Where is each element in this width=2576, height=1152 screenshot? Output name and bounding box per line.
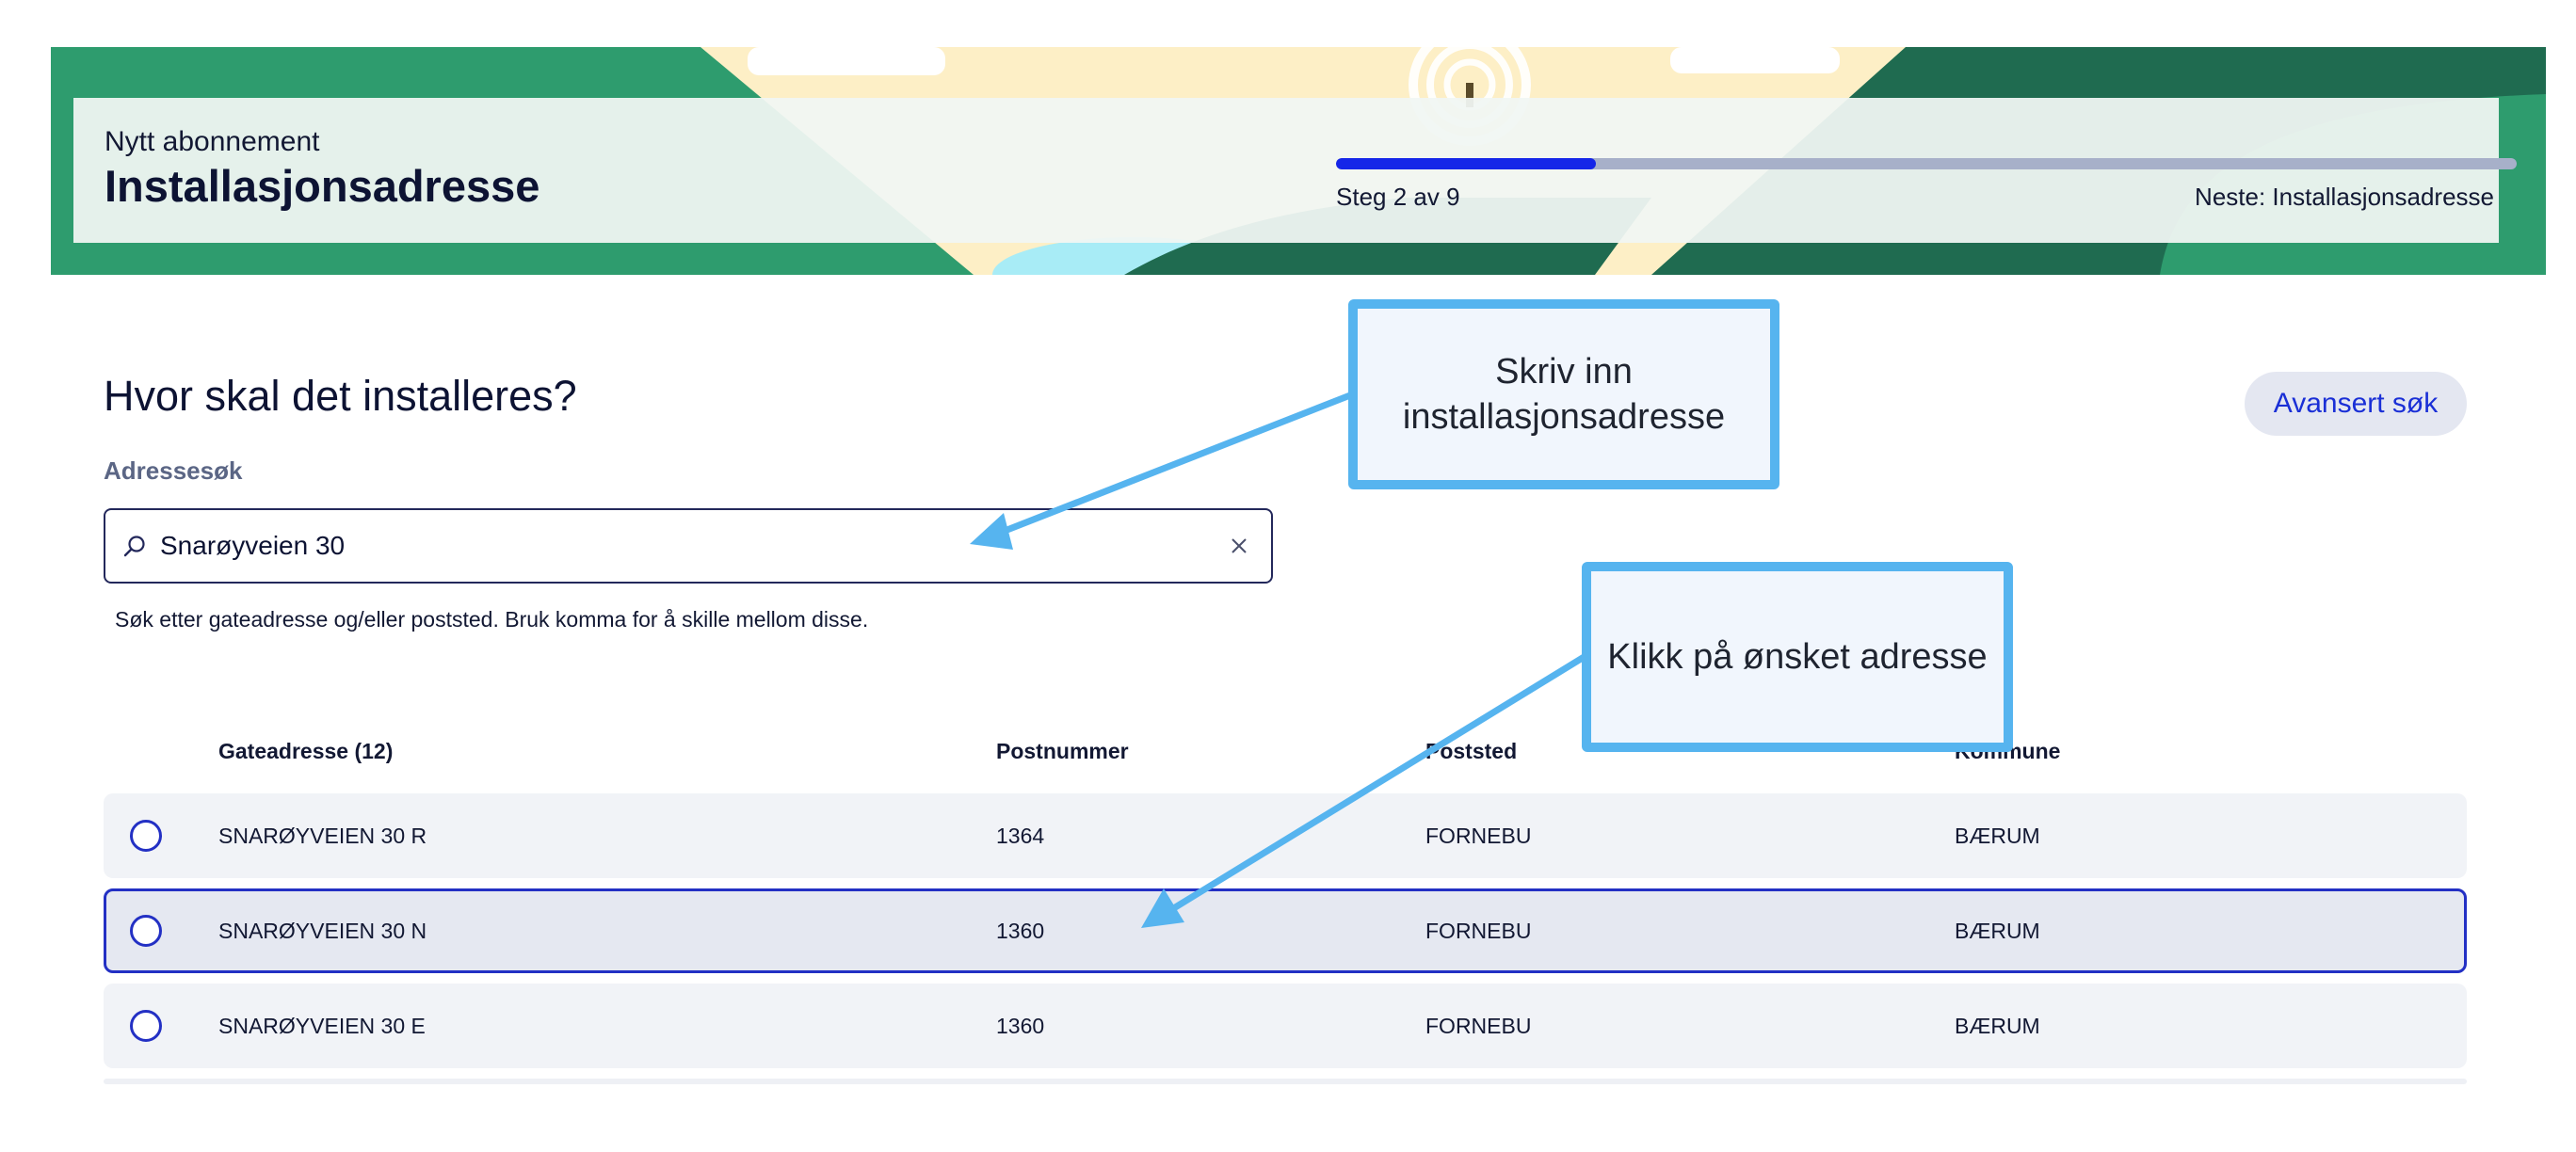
callout-click-address: Klikk på ønsket adresse <box>1582 562 2013 752</box>
address-row-selected[interactable]: SNARØYVEIEN 30 N 1360 FORNEBU BÆRUM <box>104 888 2467 973</box>
radio-unchecked-icon[interactable] <box>130 1010 162 1042</box>
next-step-label: Neste: Installasjonsadresse <box>2195 183 2494 211</box>
cell-kommune: BÆRUM <box>1955 919 2040 943</box>
search-label: Adressesøk <box>104 456 243 485</box>
progress-bar-fill <box>1336 158 1596 169</box>
address-search-field[interactable] <box>104 508 1273 584</box>
cell-poststed: FORNEBU <box>1425 919 1532 943</box>
cell-postnummer: 1360 <box>996 1014 1045 1038</box>
cell-gateadresse: SNARØYVEIEN 30 R <box>218 824 427 848</box>
page-subtitle: Nytt abonnement <box>105 126 320 157</box>
header-card: Nytt abonnement Installasjonsadresse Ste… <box>73 98 2517 243</box>
page-title: Installasjonsadresse <box>105 161 540 211</box>
callout-enter-address: Skriv inn installasjonsadresse <box>1348 299 1779 489</box>
cell-kommune: BÆRUM <box>1955 1014 2040 1038</box>
radio-unchecked-icon[interactable] <box>130 820 162 852</box>
address-row[interactable]: SNARØYVEIEN 30 E 1360 FORNEBU BÆRUM <box>104 984 2467 1068</box>
step-indicator: Steg 2 av 9 <box>1336 183 1460 211</box>
address-row[interactable]: SNARØYVEIEN 30 R 1364 FORNEBU BÆRUM <box>104 793 2467 878</box>
column-header-gateadresse: Gateadresse (12) <box>218 739 394 763</box>
close-icon[interactable] <box>1228 535 1250 557</box>
cell-gateadresse: SNARØYVEIEN 30 N <box>218 919 427 943</box>
address-search-input[interactable] <box>160 523 1177 568</box>
section-heading: Hvor skal det installeres? <box>104 372 577 420</box>
column-header-postnummer: Postnummer <box>996 739 1129 763</box>
search-hint: Søk etter gateadresse og/eller poststed.… <box>115 607 869 632</box>
search-icon <box>123 536 145 557</box>
cell-gateadresse: SNARØYVEIEN 30 E <box>218 1014 426 1038</box>
cell-kommune: BÆRUM <box>1955 824 2040 848</box>
cell-poststed: FORNEBU <box>1425 824 1532 848</box>
advanced-search-button[interactable]: Avansert søk <box>2245 372 2467 436</box>
header-banner: Nytt abonnement Installasjonsadresse Ste… <box>51 47 2546 275</box>
table-divider <box>104 1079 2467 1084</box>
column-header-poststed: Poststed <box>1425 739 1518 763</box>
cell-postnummer: 1360 <box>996 919 1045 943</box>
cell-postnummer: 1364 <box>996 824 1045 848</box>
progress-bar <box>1336 158 2517 169</box>
radio-unchecked-icon[interactable] <box>130 915 162 947</box>
cell-poststed: FORNEBU <box>1425 1014 1532 1038</box>
